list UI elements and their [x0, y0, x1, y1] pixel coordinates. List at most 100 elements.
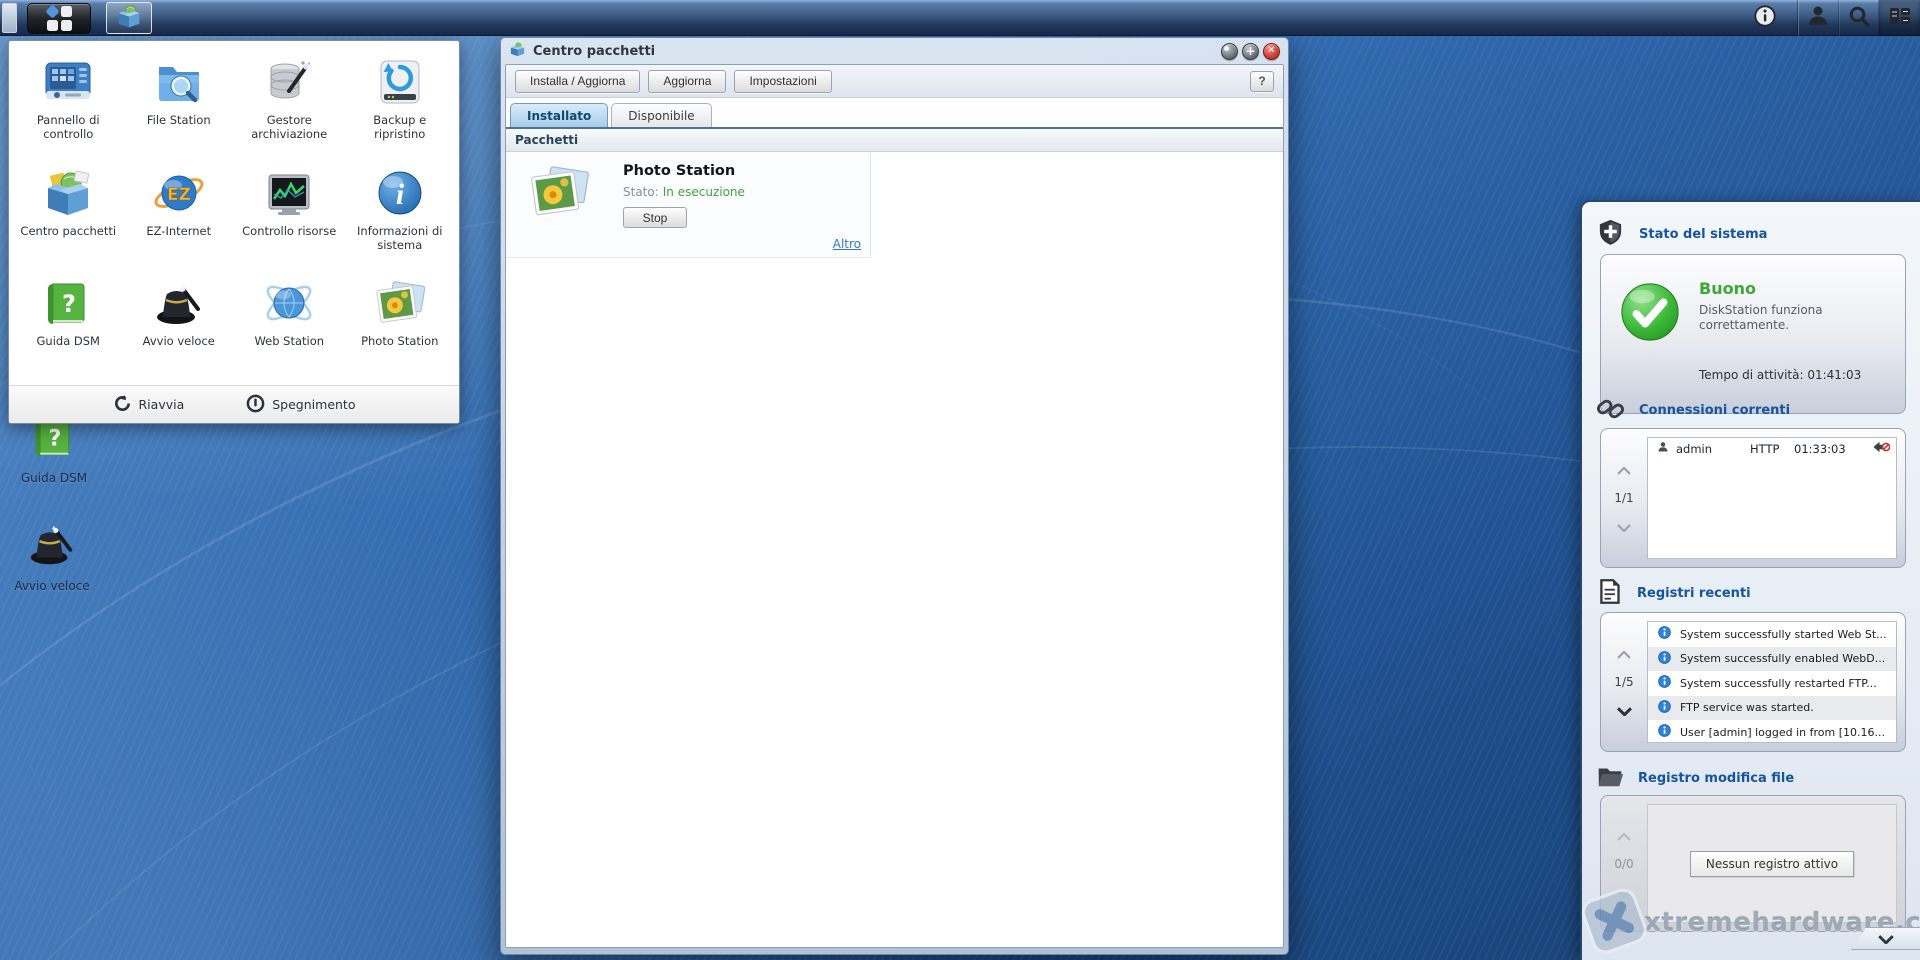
app-ez-internet[interactable]: EZ EZ-Internet: [124, 162, 235, 273]
open-folder-icon: [1596, 762, 1624, 794]
app-informazioni-di-sistema[interactable]: i Informazioni di sistema: [345, 162, 456, 273]
chevron-up-icon[interactable]: [1617, 644, 1631, 663]
chevron-up-icon[interactable]: [1617, 460, 1631, 479]
shield-icon: [1596, 218, 1625, 251]
chevron-up-icon: [1617, 826, 1631, 845]
app-guida-dsm[interactable]: ? Guida DSM: [13, 272, 124, 383]
package-list: Photo Station Stato:In esecuzione Stop A…: [506, 152, 1283, 947]
svg-text:EZ: EZ: [167, 185, 191, 205]
app-avvio-veloce[interactable]: Avvio veloce: [124, 272, 235, 383]
user-icon: [1806, 4, 1830, 32]
connections-header: Connessioni correnti: [1582, 394, 1790, 427]
taskbar: [0, 0, 1920, 36]
app-file-station[interactable]: File Station: [124, 51, 235, 162]
chevron-down-icon[interactable]: [1617, 517, 1631, 536]
info-icon: [1658, 675, 1671, 691]
widget-sidebar: Stato del sistema Buono DiskStation funz…: [1580, 200, 1920, 960]
power-icon: [246, 394, 265, 416]
app-controllo-risorse[interactable]: Controllo risorse: [234, 162, 345, 273]
log-row[interactable]: System successfully enabled WebD...: [1648, 647, 1896, 672]
tab-disponibile[interactable]: Disponibile: [611, 103, 711, 127]
desktop-icon-avvio-veloce[interactable]: Avvio veloce: [6, 518, 98, 593]
packages-section-header: Pacchetti: [506, 129, 1283, 152]
log-text: User [admin] logged in from [10.16...: [1680, 726, 1885, 739]
more-link[interactable]: Altro: [833, 237, 861, 251]
status-value: In esecuzione: [663, 185, 745, 199]
app-photo-station[interactable]: Photo Station: [345, 272, 456, 383]
disconnect-icon[interactable]: [1872, 440, 1890, 457]
settings-button[interactable]: Impostazioni: [734, 70, 831, 93]
app-gestore-archiviazione[interactable]: Gestore archiviazione: [234, 51, 345, 162]
dsm-help-icon: ?: [41, 276, 95, 330]
help-button[interactable]: ?: [1250, 71, 1274, 92]
app-label: EZ-Internet: [146, 224, 211, 238]
taskbar-package-center-button[interactable]: [106, 2, 152, 34]
file-change-log-header: Registro modifica file: [1582, 762, 1794, 794]
minimize-button[interactable]: [1221, 43, 1238, 60]
window-toolbar: Installa / Aggiorna Aggiorna Impostazion…: [506, 65, 1283, 98]
taskbar-info-button[interactable]: [1752, 5, 1778, 31]
connection-protocol: HTTP: [1750, 442, 1794, 456]
taskbar-user-button[interactable]: [1798, 0, 1839, 36]
user-icon: [1657, 441, 1669, 456]
taskbar-search-button[interactable]: [1839, 0, 1880, 36]
log-text: System successfully started Web St...: [1680, 628, 1887, 641]
widget-title: Stato del sistema: [1639, 227, 1767, 242]
widget-title: Registro modifica file: [1638, 771, 1794, 786]
window-titlebar[interactable]: Centro pacchetti: [505, 38, 1284, 64]
no-active-log-button: Nessun registro attivo: [1690, 851, 1854, 877]
main-menu-button[interactable]: [27, 3, 91, 34]
system-status-description: DiskStation funziona correttamente.: [1699, 303, 1884, 333]
tab-bar: Installato Disponibile: [506, 98, 1283, 129]
connections-pager: 1/1: [1601, 429, 1647, 567]
package-center-icon: [41, 166, 95, 220]
info-icon: [1753, 4, 1777, 32]
svg-text:?: ?: [62, 290, 76, 318]
package-center-icon: [115, 2, 143, 34]
tab-installato[interactable]: Installato: [510, 103, 608, 127]
connection-row[interactable]: admin HTTP 01:33:03: [1648, 438, 1896, 459]
uptime-text: Tempo di attività: 01:41:03: [1699, 368, 1861, 382]
refresh-button[interactable]: Aggiorna: [648, 70, 726, 93]
log-row[interactable]: System successfully restarted FTP...: [1648, 671, 1896, 696]
maximize-button[interactable]: [1242, 43, 1259, 60]
connection-user: admin: [1676, 442, 1750, 456]
restart-icon: [113, 394, 132, 416]
log-row[interactable]: System successfully started Web St...: [1648, 622, 1896, 647]
package-center-window: Centro pacchetti Installa / Aggiorna Agg…: [500, 37, 1289, 955]
app-label: Guida DSM: [37, 334, 100, 348]
app-label: Gestore archiviazione: [239, 113, 339, 141]
info-icon: [1658, 700, 1671, 716]
connections-list: admin HTTP 01:33:03: [1647, 437, 1897, 559]
show-desktop-button[interactable]: [2, 3, 17, 33]
app-pannello-di-controllo[interactable]: Pannello di controllo: [13, 51, 124, 162]
app-label: File Station: [147, 113, 211, 127]
restart-label: Riavvia: [139, 397, 185, 412]
file-station-icon: [152, 55, 206, 109]
chevron-down-icon[interactable]: [1617, 701, 1632, 720]
chain-link-icon: [1596, 394, 1625, 427]
shutdown-button[interactable]: Spegnimento: [246, 394, 355, 416]
taskbar-widget-pane-button[interactable]: [1879, 0, 1920, 36]
file-change-log-panel: 0/0 Nessun registro attivo: [1600, 795, 1906, 932]
log-row[interactable]: User [admin] logged in from [10.16...: [1648, 720, 1896, 745]
app-grid: Pannello di controllo File Station Gesto…: [9, 41, 459, 385]
svg-text:?: ?: [48, 425, 61, 451]
package-center-icon: [509, 41, 526, 62]
app-web-station[interactable]: Web Station: [234, 272, 345, 383]
app-backup-e-ripristino[interactable]: Backup e ripristino: [345, 51, 456, 162]
widget-title: Registri recenti: [1637, 586, 1751, 601]
log-row[interactable]: FTP service was started.: [1648, 696, 1896, 721]
app-grid-icon: [47, 6, 72, 31]
install-update-button[interactable]: Installa / Aggiorna: [515, 70, 640, 93]
app-centro-pacchetti[interactable]: Centro pacchetti: [13, 162, 124, 273]
close-button[interactable]: [1263, 43, 1280, 60]
restart-button[interactable]: Riavvia: [113, 394, 185, 416]
chevron-down-icon: [1617, 883, 1631, 902]
recent-logs-header: Registri recenti: [1582, 578, 1751, 609]
taskbar-right-group: [1797, 0, 1920, 36]
stop-button[interactable]: Stop: [623, 207, 687, 228]
package-item-photo-station[interactable]: Photo Station Stato:In esecuzione Stop A…: [506, 152, 871, 258]
control-panel-icon: [41, 55, 95, 109]
app-label: Informazioni di sistema: [350, 224, 450, 252]
